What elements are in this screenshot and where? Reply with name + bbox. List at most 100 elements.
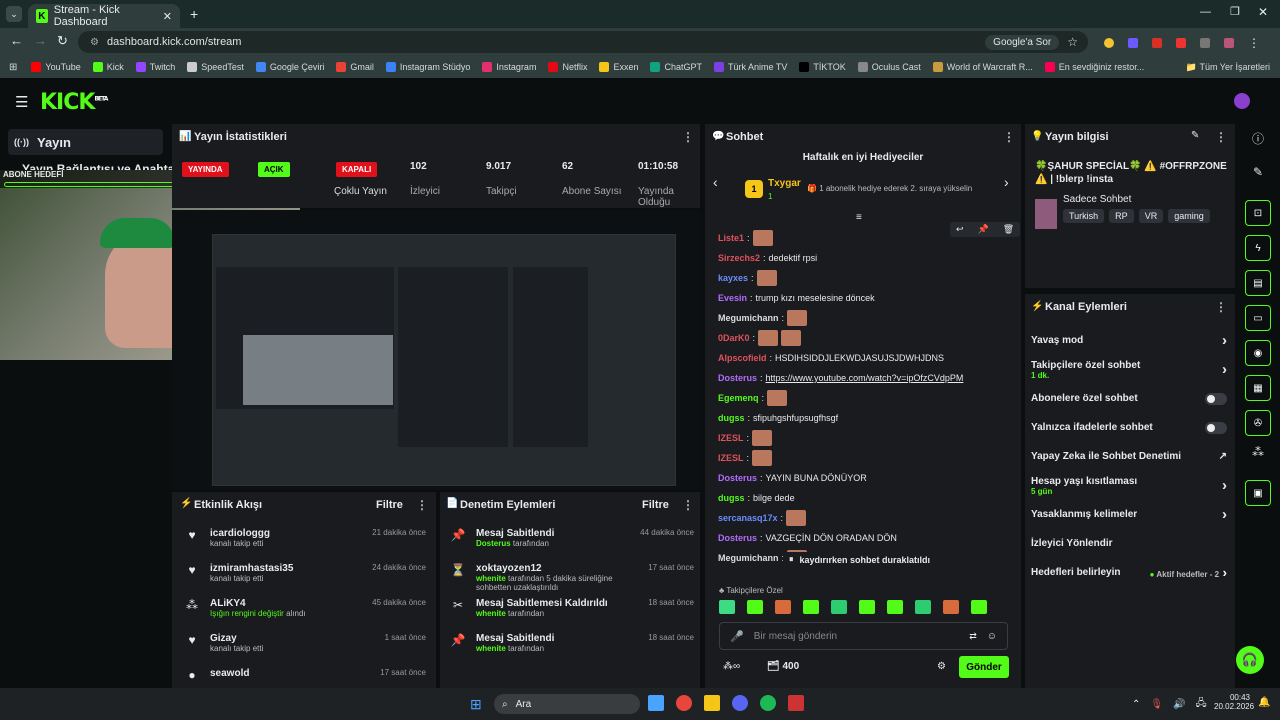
bookmark-star-icon[interactable]: ☆ <box>1067 35 1078 49</box>
close-tab-icon[interactable]: ✕ <box>163 10 172 23</box>
rail-crop-icon[interactable]: ⊡ <box>1245 200 1271 226</box>
emote-icon[interactable] <box>831 600 847 614</box>
file-explorer-icon[interactable] <box>704 695 720 711</box>
restore-icon[interactable]: ❐ <box>1230 5 1240 18</box>
channel-actions-menu-icon[interactable]: ⋮ <box>1215 300 1227 314</box>
activity-user[interactable]: izmiramhastasi35 <box>210 563 293 574</box>
new-tab-icon[interactable]: + <box>190 6 198 22</box>
category-thumbnail[interactable] <box>1035 199 1057 229</box>
stats-menu-icon[interactable]: ⋮ <box>682 130 694 144</box>
bookmark-item[interactable]: World of Warcraft R... <box>932 62 1033 72</box>
extension-icon[interactable] <box>1176 38 1186 48</box>
chat-username[interactable]: Megumichann <box>718 553 779 563</box>
rail-broadcast-icon[interactable]: ◉ <box>1245 340 1271 366</box>
rail-chat-icon[interactable]: ▭ <box>1245 305 1271 331</box>
activity-user[interactable]: seawold <box>210 668 249 679</box>
menu-kebab-icon[interactable]: ⋮ <box>1248 36 1260 50</box>
channel-action[interactable]: Takipçilere özel sohbet 1 dk. › <box>1031 355 1227 384</box>
translate-icon[interactable]: ⇄ <box>969 631 977 642</box>
chat-username[interactable]: Megumichann <box>718 313 779 323</box>
rail-layout-icon[interactable]: ▦ <box>1245 375 1271 401</box>
stream-tag[interactable]: gaming <box>1168 209 1210 223</box>
app-icon[interactable] <box>788 695 804 711</box>
channel-action[interactable]: Yalnızca ifadelerle sohbet <box>1031 413 1227 442</box>
channel-action[interactable]: İzleyici Yönlendir <box>1031 529 1227 558</box>
emote-icon[interactable] <box>747 600 763 614</box>
bookmark-item[interactable]: ChatGPT <box>650 62 702 72</box>
moderation-filter[interactable]: Filtre <box>642 499 669 511</box>
network-icon[interactable]: 🖧 <box>1196 696 1207 713</box>
chat-menu-icon[interactable]: ⋮ <box>1003 130 1015 144</box>
collapse-gifters-icon[interactable]: ≡ <box>856 212 862 223</box>
volume-icon[interactable]: 🔊 <box>1173 699 1185 710</box>
bookmark-item[interactable]: Gmail <box>336 62 374 72</box>
mic-tray-icon[interactable]: 🎙 <box>1150 699 1163 710</box>
toggle-switch[interactable] <box>1205 392 1227 405</box>
hamburger-menu-icon[interactable]: ☰ <box>15 93 28 111</box>
taskbar-search[interactable]: ⌕ Ara <box>494 694 640 714</box>
chat-username[interactable]: IZESL <box>718 433 744 443</box>
bookmark-item[interactable]: Instagram Stüdyo <box>385 62 470 72</box>
chat-username[interactable]: Evesin <box>718 293 747 303</box>
moderation-user[interactable]: Dosterus <box>476 539 511 548</box>
notifications-icon[interactable]: 🔔 <box>1258 697 1270 708</box>
rail-points-icon[interactable]: ⁂ <box>1245 445 1271 459</box>
rail-wrench-icon[interactable]: ✇ <box>1245 410 1271 436</box>
channel-action[interactable]: Yasaklanmış kelimeler › <box>1031 500 1227 529</box>
chat-settings-icon[interactable]: ⚙ <box>937 661 946 672</box>
chat-username[interactable]: Dosterus <box>718 373 757 383</box>
emoji-icon[interactable]: ☺ <box>987 631 997 642</box>
activity-user[interactable]: icardiologgg <box>210 528 270 539</box>
chat-username[interactable]: IZESL <box>718 453 744 463</box>
bookmark-item[interactable]: Kick <box>92 62 124 72</box>
channel-action[interactable]: Yavaş mod › <box>1031 326 1227 355</box>
minimize-icon[interactable]: — <box>1200 6 1211 18</box>
extensions-puzzle-icon[interactable] <box>1200 38 1210 48</box>
chat-username[interactable]: sercanasq17x <box>718 513 778 523</box>
clock[interactable]: 00:43 20.02.2026 <box>1214 693 1254 711</box>
bookmark-item[interactable]: SpeedTest <box>187 62 244 72</box>
chat-username[interactable]: 0DarK0 <box>718 333 750 343</box>
chat-username[interactable]: Liste1 <box>718 233 744 243</box>
spotify-icon[interactable] <box>760 695 776 711</box>
help-headset-icon[interactable]: 🎧 <box>1236 646 1264 674</box>
bookmark-item[interactable]: TİKTOK <box>799 62 846 72</box>
chat-username[interactable]: dugss <box>718 413 745 423</box>
emote-icon[interactable] <box>971 600 987 614</box>
close-window-icon[interactable]: ✕ <box>1258 5 1268 19</box>
emote-icon[interactable] <box>887 600 903 614</box>
address-bar[interactable]: ⚙ dashboard.kick.com/stream Google'a Sor… <box>78 31 1088 53</box>
bookmark-item[interactable]: Oculus Cast <box>857 62 921 72</box>
google-ask-button[interactable]: Google'a Sor <box>985 34 1060 50</box>
tab-search-icon[interactable]: ⌄ <box>6 6 22 22</box>
bookmark-item[interactable]: Google Çeviri <box>255 62 324 72</box>
stream-tag[interactable]: VR <box>1138 209 1164 223</box>
widgets-icon[interactable] <box>648 695 664 711</box>
moderation-user[interactable]: whenite <box>476 644 506 653</box>
bookmark-item[interactable]: Twitch <box>135 62 175 72</box>
user-avatar[interactable] <box>1234 93 1250 109</box>
activity-menu-icon[interactable]: ⋮ <box>416 498 428 512</box>
channel-action[interactable]: Hedefleri belirleyin ● Aktif hedefler - 2… <box>1031 558 1227 587</box>
bookmark-item[interactable]: Exxen <box>599 62 638 72</box>
chat-username[interactable]: Dosterus <box>718 533 757 543</box>
activity-user[interactable]: ALiKY4 <box>210 598 306 609</box>
rail-emote-icon[interactable]: ▣ <box>1245 480 1271 506</box>
chat-username[interactable]: Sirzechs2 <box>718 253 760 263</box>
channel-action[interactable]: Abonelere özel sohbet <box>1031 384 1227 413</box>
kick-logo[interactable]: KICKBETA <box>40 90 108 115</box>
reload-icon[interactable]: ↻ <box>57 33 68 49</box>
extension-icon[interactable] <box>1152 38 1162 48</box>
rail-bolt-icon[interactable]: ϟ <box>1245 235 1271 261</box>
stream-info-menu-icon[interactable]: ⋮ <box>1215 130 1227 144</box>
activity-filter[interactable]: Filtre <box>376 499 403 511</box>
chat-username[interactable]: kayxes <box>718 273 748 283</box>
rail-info-icon[interactable]: ⓘ <box>1245 130 1271 147</box>
emote-icon[interactable] <box>915 600 931 614</box>
rail-edit-icon[interactable]: ✎ <box>1245 165 1271 179</box>
bookmark-item[interactable]: Netflix <box>548 62 587 72</box>
site-info-icon[interactable]: ⚙ <box>90 37 99 48</box>
profile-avatar[interactable] <box>1224 38 1234 48</box>
moderation-user[interactable]: whenite <box>476 574 506 583</box>
points-display[interactable]: 🗂 400 <box>767 661 799 672</box>
